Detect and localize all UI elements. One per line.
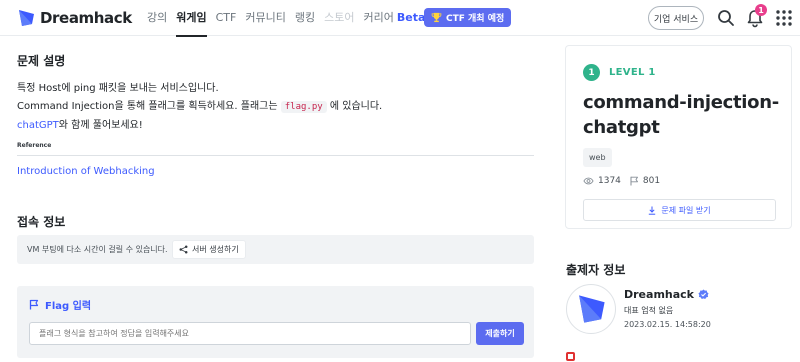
flag-filename-code: flag.py	[280, 101, 327, 113]
description-line-3-rest: 와 함께 풀어보세요!	[58, 120, 143, 131]
nav-store[interactable]: 스토어	[324, 0, 354, 36]
solve-flag-icon	[630, 176, 638, 186]
beta-badge: Beta	[396, 11, 426, 24]
ctf-upcoming-button[interactable]: CTF 개최 예정	[424, 8, 512, 27]
flag-input-title-label: Flag 입력	[45, 301, 92, 312]
nav-ctf[interactable]: CTF	[216, 0, 237, 36]
flag-input-title: Flag 입력	[29, 297, 91, 312]
ctf-upcoming-label: CTF 개최 예정	[446, 14, 505, 24]
description-line-2-post: 에 있습니다.	[329, 101, 383, 112]
author-name[interactable]: Dreamhack	[624, 288, 709, 301]
grid-icon[interactable]	[774, 8, 794, 28]
author-avatar[interactable]	[566, 284, 616, 334]
description-line-3: chatGPT와 함께 풀어보세요!	[17, 116, 143, 131]
category-tag[interactable]: web	[583, 148, 612, 167]
chatgpt-link[interactable]: chatGPT	[17, 120, 59, 131]
reference-label: Reference	[17, 142, 52, 149]
search-icon[interactable]	[716, 8, 736, 28]
flag-icon	[29, 299, 39, 310]
solve-count: 801	[642, 176, 661, 186]
download-icon	[649, 206, 656, 215]
author-info-title: 출제자 정보	[566, 263, 626, 277]
reference-link[interactable]: Introduction of Webhacking	[17, 166, 155, 177]
red-square-icon	[566, 352, 575, 361]
dreamhack-avatar-logo-icon	[579, 295, 605, 323]
nav-community[interactable]: 커뮤니티	[245, 0, 285, 36]
main-nav: 강의 워게임 CTF 커뮤니티 랭킹 스토어 커리어 Beta	[147, 0, 434, 37]
level-indicator: 1 LEVEL 1	[583, 64, 656, 81]
nav-career-label: 커리어	[363, 11, 394, 24]
problem-description-title: 문제 설명	[17, 54, 66, 68]
view-count: 1374	[598, 176, 621, 186]
download-files-label: 문제 파일 받기	[661, 205, 711, 215]
description-line-2-pre: Command Injection을 통해 플래그를 획득하세요. 플래그는	[17, 101, 278, 112]
dreamhack-logo-icon	[19, 10, 34, 26]
share-icon	[179, 245, 188, 254]
author-name-label: Dreamhack	[624, 288, 694, 301]
next-section-peek	[566, 352, 575, 361]
level-number-badge: 1	[583, 64, 600, 81]
vm-info-box: VM 부팅에 다소 시간이 걸릴 수 있습니다. 서버 생성하기	[17, 235, 534, 264]
description-line-1: 특정 Host에 ping 패킷을 보내는 서비스입니다.	[17, 83, 219, 94]
challenge-stats: 1374 801	[583, 176, 660, 186]
level-label: LEVEL 1	[609, 67, 656, 78]
nav-lectures[interactable]: 강의	[147, 0, 167, 36]
flag-input[interactable]	[29, 322, 471, 345]
reference-divider	[17, 155, 534, 156]
description-line-2: Command Injection을 통해 플래그를 획득하세요. 플래그는 f…	[17, 97, 383, 113]
challenge-title: command-injection-chatgpt	[583, 92, 779, 138]
nav-ranking[interactable]: 랭킹	[295, 0, 315, 36]
vm-notice: VM 부팅에 다소 시간이 걸릴 수 있습니다.	[27, 245, 168, 254]
flag-submission-box: Flag 입력 제출하기	[17, 286, 534, 358]
create-server-button[interactable]: 서버 생성하기	[172, 240, 246, 259]
challenge-info-card: 1 LEVEL 1 command-injection-chatgpt web …	[565, 45, 792, 229]
author-date: 2023.02.15. 14:58:20	[624, 320, 711, 329]
nav-career[interactable]: 커리어 Beta	[363, 0, 425, 36]
business-service-button[interactable]: 기업 서비스	[648, 6, 704, 30]
trophy-icon	[431, 12, 442, 23]
nav-wargame[interactable]: 워게임	[176, 0, 208, 37]
author-achievement: 대표 업적 없음	[624, 306, 674, 315]
download-files-button[interactable]: 문제 파일 받기	[583, 199, 776, 221]
submit-button[interactable]: 제출하기	[476, 322, 524, 345]
eye-icon	[583, 177, 594, 185]
logo[interactable]: Dreamhack	[16, 8, 132, 28]
notification-count-badge: 1	[755, 4, 767, 16]
create-server-label: 서버 생성하기	[192, 245, 239, 254]
top-navigation-bar: Dreamhack 강의 워게임 CTF 커뮤니티 랭킹 스토어 커리어 Beta…	[0, 0, 800, 37]
verified-icon	[698, 289, 709, 299]
logo-text: Dreamhack	[40, 9, 132, 27]
access-info-title: 접속 정보	[17, 215, 66, 229]
